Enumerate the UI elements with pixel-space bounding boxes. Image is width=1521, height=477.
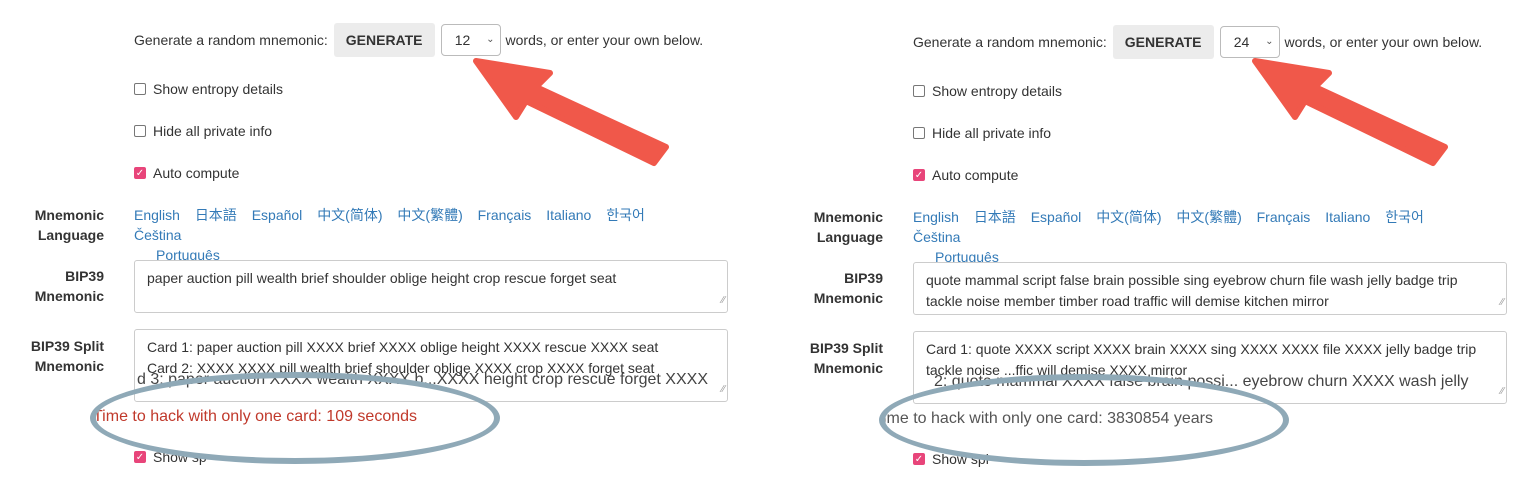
show-entropy-checkbox[interactable] bbox=[134, 83, 146, 95]
bip39-split-label: BIP39 Split Mnemonic bbox=[30, 338, 104, 374]
lang-korean[interactable]: 한국어 bbox=[606, 207, 645, 223]
hide-private-row[interactable]: Hide all private info bbox=[134, 123, 272, 139]
word-count-select[interactable]: 24 ⌄ bbox=[1219, 26, 1280, 58]
lang-chinese-traditional[interactable]: 中文(繁體) bbox=[1176, 209, 1241, 225]
show-entropy-checkbox[interactable] bbox=[913, 85, 925, 97]
lang-chinese-simplified[interactable]: 中文(简体) bbox=[317, 207, 382, 223]
highlight-ellipse bbox=[879, 374, 1289, 466]
lang-italian[interactable]: Italiano bbox=[546, 207, 591, 223]
hide-private-checkbox[interactable] bbox=[913, 127, 925, 139]
show-split-checkbox[interactable]: ✓ bbox=[913, 453, 925, 465]
hide-private-checkbox[interactable] bbox=[134, 125, 146, 137]
bip39-mnemonic-textarea[interactable]: paper auction pill wealth brief shoulder… bbox=[134, 260, 728, 313]
show-entropy-row[interactable]: Show entropy details bbox=[913, 83, 1062, 99]
lang-english[interactable]: English bbox=[913, 209, 959, 225]
auto-compute-label: Auto compute bbox=[932, 167, 1019, 183]
generate-suffix: words, or enter your own below. bbox=[505, 32, 704, 48]
auto-compute-checkbox[interactable]: ✓ bbox=[134, 167, 146, 179]
generate-button[interactable]: GENERATE bbox=[1112, 25, 1214, 59]
bip39-mnemonic-label: BIP39 Mnemonic bbox=[813, 270, 883, 306]
resize-grip-icon[interactable]: ∕∕ bbox=[1501, 292, 1504, 313]
auto-compute-row[interactable]: ✓ Auto compute bbox=[913, 167, 1018, 183]
lang-french[interactable]: Français bbox=[478, 207, 532, 223]
auto-compute-row[interactable]: ✓ Auto compute bbox=[134, 165, 239, 181]
show-entropy-label: Show entropy details bbox=[153, 81, 283, 97]
mnemonic-language-label: Mnemonic Language bbox=[813, 209, 883, 245]
lang-czech[interactable]: Čeština bbox=[134, 227, 181, 243]
resize-grip-icon[interactable]: ∕∕ bbox=[722, 379, 725, 400]
hide-private-label: Hide all private info bbox=[153, 123, 273, 139]
lang-korean[interactable]: 한국어 bbox=[1385, 209, 1424, 225]
language-links: English 日本語 Español 中文(简体) 中文(繁體) França… bbox=[913, 207, 1493, 267]
bip39-mnemonic-textarea[interactable]: quote mammal script false brain possible… bbox=[913, 262, 1507, 315]
generate-row: Generate a random mnemonic: GENERATE 12 … bbox=[134, 22, 703, 58]
generate-prefix: Generate a random mnemonic: bbox=[913, 34, 1107, 50]
bip39-mnemonic-label: BIP39 Mnemonic bbox=[34, 268, 104, 304]
lang-chinese-traditional[interactable]: 中文(繁體) bbox=[397, 207, 462, 223]
language-links: English 日本語 Español 中文(简体) 中文(繁體) França… bbox=[134, 205, 714, 265]
bip39-split-label: BIP39 Split Mnemonic bbox=[809, 340, 883, 376]
generate-button[interactable]: GENERATE bbox=[333, 23, 435, 57]
chevron-down-icon: ⌄ bbox=[1265, 36, 1274, 47]
left-panel: Generate a random mnemonic: GENERATE 12 … bbox=[0, 0, 760, 477]
generate-suffix: words, or enter your own below. bbox=[1284, 34, 1483, 50]
generate-prefix: Generate a random mnemonic: bbox=[134, 32, 328, 48]
lang-english[interactable]: English bbox=[134, 207, 180, 223]
auto-compute-checkbox[interactable]: ✓ bbox=[913, 169, 925, 181]
mnemonic-language-label: Mnemonic Language bbox=[34, 207, 104, 243]
lang-japanese[interactable]: 日本語 bbox=[974, 209, 1016, 225]
word-count-value: 24 bbox=[1233, 34, 1250, 50]
show-entropy-label: Show entropy details bbox=[932, 83, 1062, 99]
chevron-down-icon: ⌄ bbox=[486, 34, 495, 45]
word-count-select[interactable]: 12 ⌄ bbox=[440, 24, 501, 56]
word-count-value: 12 bbox=[454, 32, 471, 48]
lang-spanish[interactable]: Español bbox=[1031, 209, 1082, 225]
show-entropy-row[interactable]: Show entropy details bbox=[134, 81, 283, 97]
lang-spanish[interactable]: Español bbox=[252, 207, 303, 223]
lang-italian[interactable]: Italiano bbox=[1325, 209, 1370, 225]
show-split-checkbox[interactable]: ✓ bbox=[134, 451, 146, 463]
lang-french[interactable]: Français bbox=[1257, 209, 1311, 225]
resize-grip-icon[interactable]: ∕∕ bbox=[722, 290, 725, 311]
lang-czech[interactable]: Čeština bbox=[913, 229, 960, 245]
hide-private-row[interactable]: Hide all private info bbox=[913, 125, 1051, 141]
right-panel: Generate a random mnemonic: GENERATE 24 … bbox=[779, 0, 1521, 477]
red-arrow-icon bbox=[473, 58, 669, 166]
red-arrow-icon bbox=[1252, 58, 1448, 166]
highlight-ellipse bbox=[90, 372, 500, 464]
resize-grip-icon[interactable]: ∕∕ bbox=[1501, 381, 1504, 402]
lang-chinese-simplified[interactable]: 中文(简体) bbox=[1096, 209, 1161, 225]
auto-compute-label: Auto compute bbox=[153, 165, 240, 181]
lang-japanese[interactable]: 日本語 bbox=[195, 207, 237, 223]
hide-private-label: Hide all private info bbox=[932, 125, 1052, 141]
